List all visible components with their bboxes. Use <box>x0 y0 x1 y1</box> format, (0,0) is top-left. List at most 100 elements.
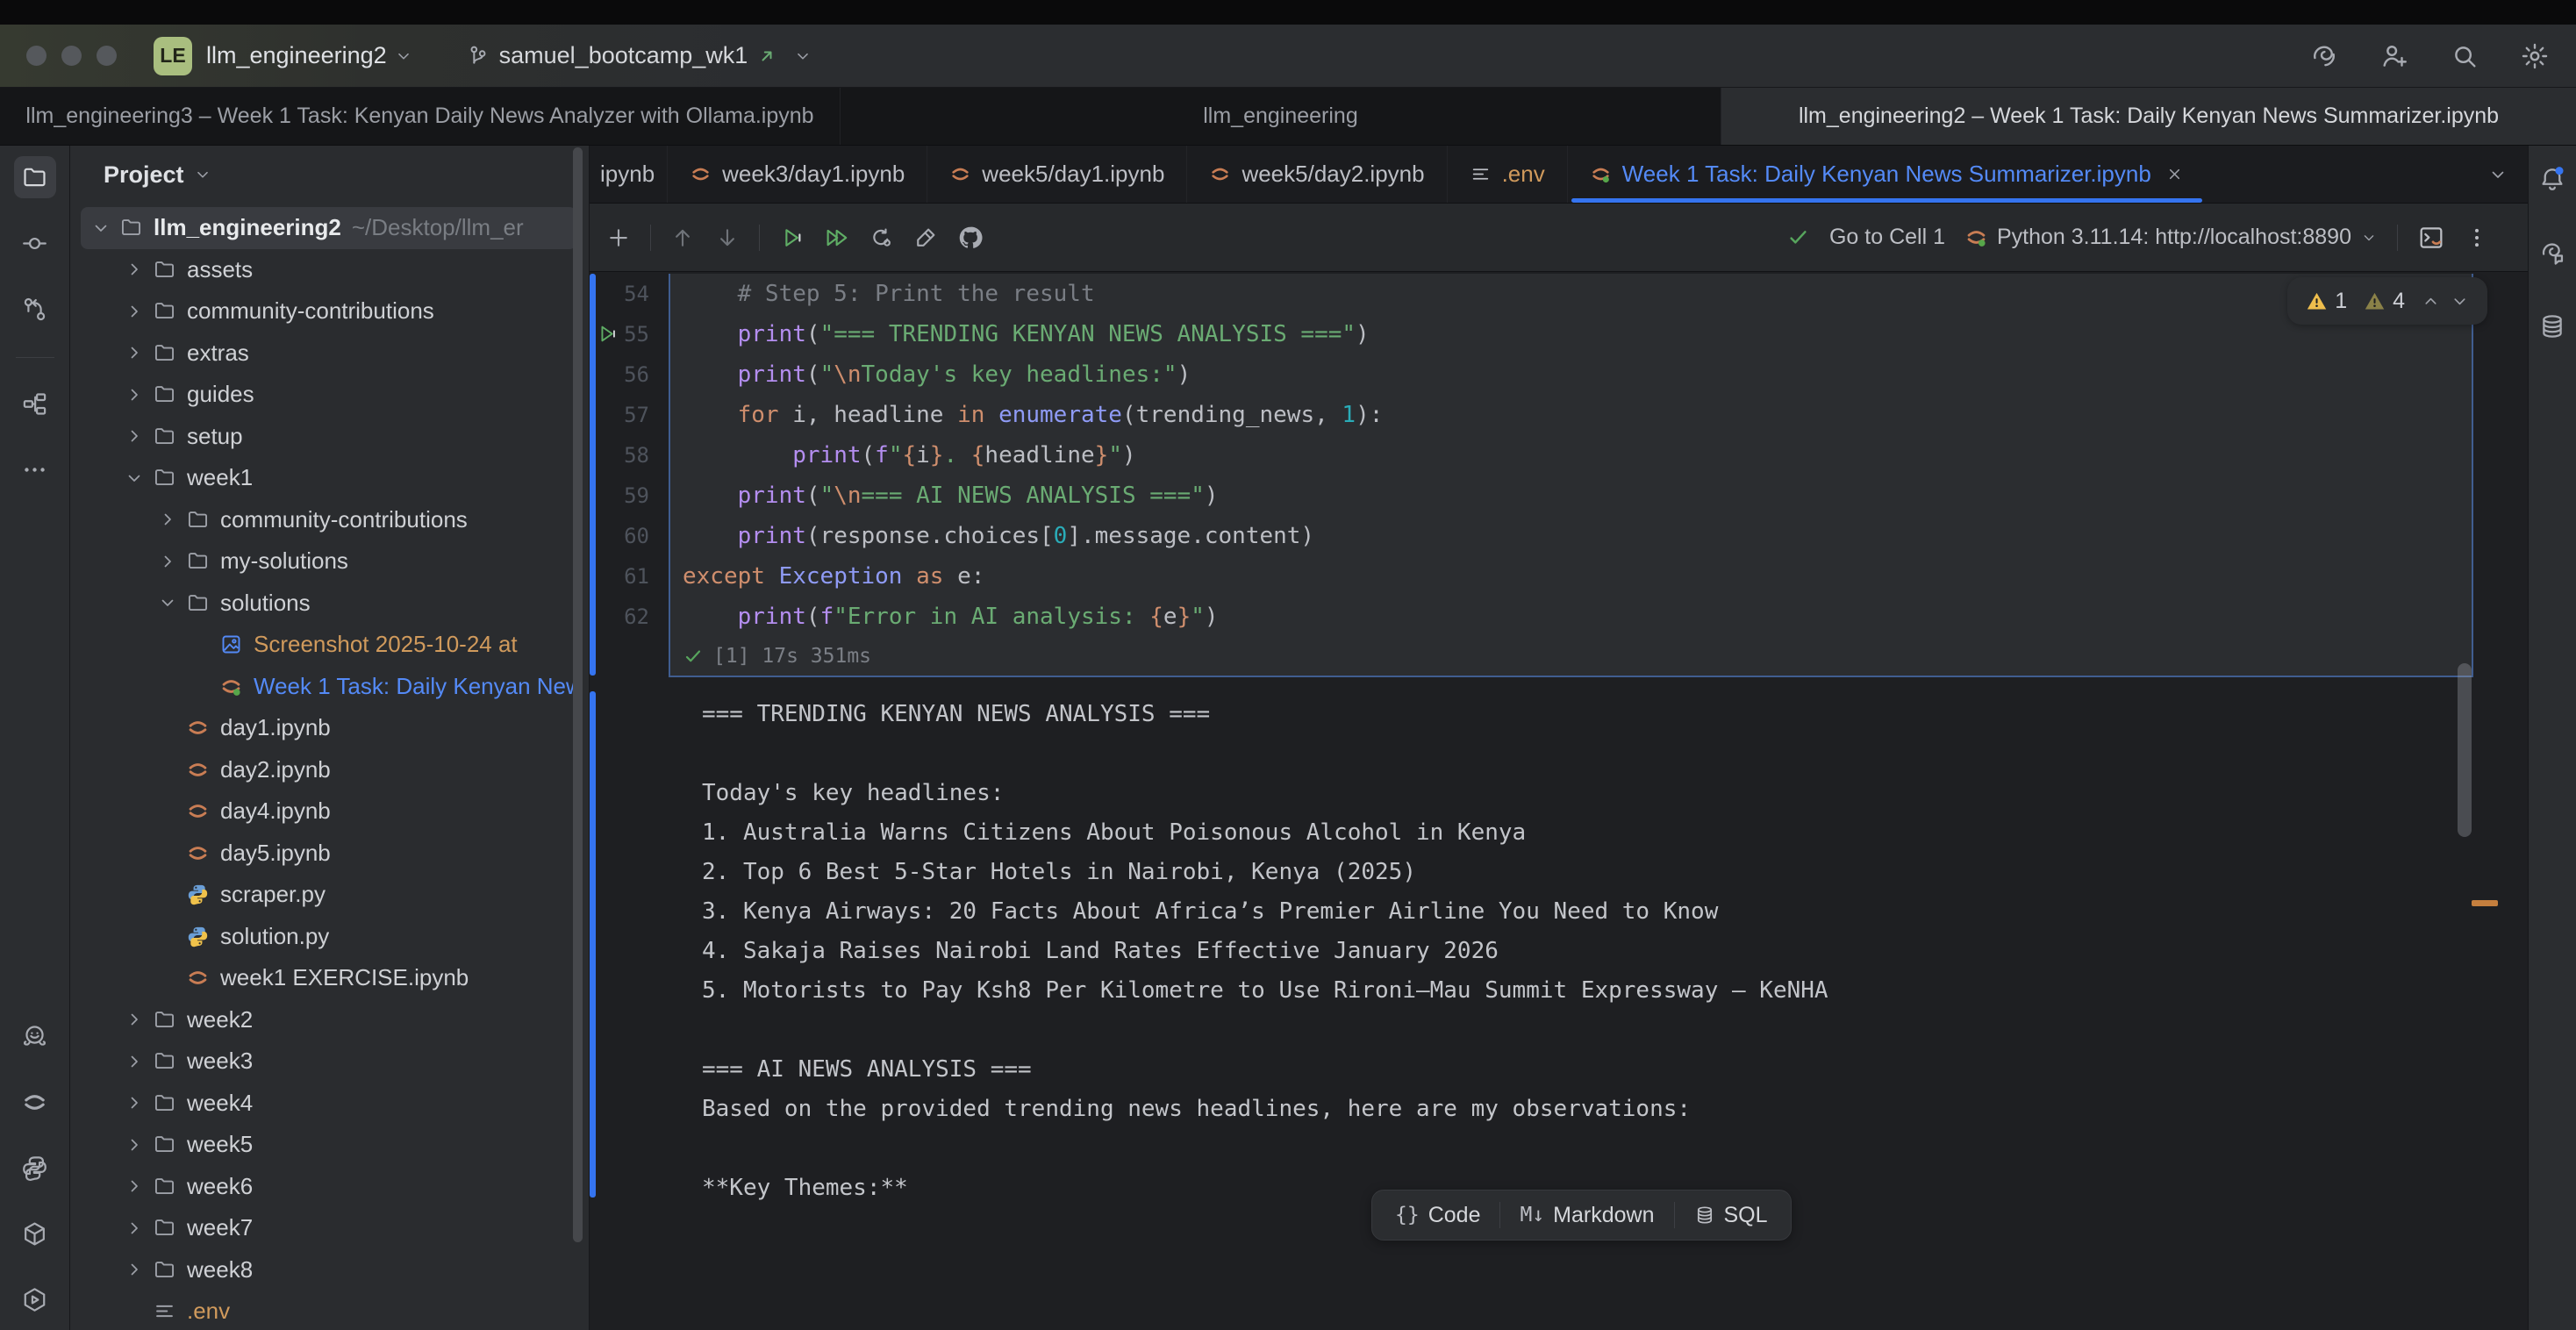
tool-window-button-database[interactable] <box>2531 305 2573 347</box>
run-cell-button[interactable] <box>778 225 805 251</box>
minimize-window-button[interactable] <box>61 46 82 66</box>
error-triangle-icon <box>2305 290 2329 313</box>
tool-window-button-python-packages[interactable] <box>14 1212 56 1255</box>
project-tree-scrollbar[interactable] <box>573 147 583 1242</box>
chevron-up-icon[interactable] <box>2421 291 2441 311</box>
tree-item[interactable]: day4.ipynb <box>81 790 576 833</box>
file-type-icon <box>690 163 712 185</box>
run-all-cells-button[interactable] <box>823 225 849 251</box>
tool-window-button-ai-assistant[interactable] <box>2531 232 2573 274</box>
tree-item[interactable]: Week 1 Task: Daily Kenyan News Summarize… <box>81 666 576 708</box>
tree-item[interactable]: .env <box>81 1291 576 1330</box>
close-icon[interactable] <box>2165 165 2184 183</box>
editor-tab[interactable]: Week 1 Task: Daily Kenyan News Summarize… <box>1568 146 2206 203</box>
tree-item[interactable]: community-contributions <box>81 290 576 332</box>
tree-item[interactable]: solution.py <box>81 916 576 958</box>
editor-tab[interactable]: week5/day1.ipynb <box>927 146 1187 203</box>
tree-item[interactable]: week5 <box>81 1124 576 1166</box>
zoom-window-button[interactable] <box>97 46 117 66</box>
window-tab[interactable]: llm_engineering3 – Week 1 Task: Kenyan D… <box>0 88 841 145</box>
line-number: 56 <box>590 354 669 395</box>
tree-item[interactable]: community-contributions <box>81 499 576 541</box>
hidden-tabs-dropdown[interactable] <box>2487 146 2528 203</box>
tool-window-button-commit[interactable] <box>14 222 56 264</box>
close-window-button[interactable] <box>26 46 47 66</box>
window-tab[interactable]: llm_engineering <box>841 88 1721 145</box>
move-cell-up-button[interactable] <box>669 225 696 251</box>
tree-item[interactable]: week1 EXERCISE.ipynb <box>81 957 576 999</box>
add-code-cell-button[interactable]: {}Code <box>1376 1191 1499 1240</box>
tool-window-button-notifications[interactable] <box>2531 158 2573 200</box>
jupyter-console-icon[interactable] <box>2417 224 2445 252</box>
tree-item-label: Week 1 Task: Daily Kenyan News Summarize… <box>254 673 576 700</box>
chevron-right-icon <box>124 384 145 405</box>
clear-outputs-button[interactable] <box>912 225 939 251</box>
editor-tab[interactable]: week5/day2.ipynb <box>1187 146 1447 203</box>
right-tool-window-strip <box>2528 146 2576 1330</box>
cell-output: === TRENDING KENYAN NEWS ANALYSIS === To… <box>702 695 2440 1208</box>
tool-window-button-pull-requests[interactable] <box>14 288 56 330</box>
tool-window-button-project[interactable] <box>14 156 56 198</box>
more-options-icon[interactable] <box>2465 225 2489 250</box>
python-packages-icon <box>21 1220 48 1248</box>
tool-window-button-structure[interactable] <box>14 383 56 425</box>
tree-item[interactable]: Screenshot 2025-10-24 at <box>81 624 576 666</box>
file-type-icon <box>1209 163 1231 185</box>
code-cell-frame[interactable]: # Step 5: Print the result print("=== TR… <box>669 274 2473 677</box>
notebook-editor-body: 545556575859606162 # Step 5: Print the r… <box>590 272 2528 1330</box>
kernel-selector[interactable]: Python 3.11.14: http://localhost:8890 <box>1964 225 2378 250</box>
tool-window-button-jupyter[interactable] <box>14 1081 56 1123</box>
macos-window-controls[interactable] <box>26 46 117 66</box>
tree-item[interactable]: week7 <box>81 1207 576 1249</box>
structure-icon <box>21 390 48 418</box>
line-number: 60 <box>590 516 669 556</box>
chevron-down-icon[interactable] <box>394 46 413 66</box>
tree-item[interactable]: week8 <box>81 1249 576 1291</box>
tool-window-button-python-console[interactable] <box>14 1147 56 1189</box>
chevron-down-icon[interactable] <box>2450 291 2470 311</box>
tool-window-button-services[interactable] <box>14 1278 56 1320</box>
add-cell-button[interactable] <box>605 225 632 251</box>
tree-item[interactable]: guides <box>81 374 576 416</box>
tool-window-button-more[interactable] <box>14 448 56 490</box>
editor-scrollbar-thumb[interactable] <box>2458 663 2472 837</box>
editor-tab[interactable]: ipynb <box>590 146 668 203</box>
add-markdown-cell-button[interactable]: M↓Markdown <box>1500 1191 1673 1240</box>
tree-item[interactable]: week6 <box>81 1166 576 1208</box>
tree-item[interactable]: week3 <box>81 1040 576 1083</box>
restart-kernel-button[interactable] <box>868 225 894 251</box>
tree-item[interactable]: my-solutions <box>81 540 576 583</box>
move-cell-down-button[interactable] <box>714 225 741 251</box>
tree-item[interactable]: day2.ipynb <box>81 749 576 791</box>
tool-window-button-hugging-face[interactable] <box>14 1015 56 1057</box>
tree-item[interactable]: day1.ipynb <box>81 707 576 749</box>
add-sql-cell-button[interactable]: SQL <box>1675 1191 1787 1240</box>
tree-item[interactable]: solutions <box>81 583 576 625</box>
project-widget[interactable]: llm_engineering2 <box>206 42 387 69</box>
tree-item[interactable]: week2 <box>81 999 576 1041</box>
go-to-cell-button[interactable]: Go to Cell 1 <box>1829 225 1945 250</box>
tree-item[interactable]: day5.ipynb <box>81 833 576 875</box>
inspections-widget[interactable]: 1 4 <box>2287 277 2487 325</box>
tree-item[interactable]: assets <box>81 249 576 291</box>
line-number: 61 <box>590 556 669 597</box>
window-tab[interactable]: llm_engineering2 – Week 1 Task: Daily Ke… <box>1721 88 2576 145</box>
editor-tab[interactable]: .env <box>1448 146 1568 203</box>
project-panel-header[interactable]: Project <box>70 146 589 204</box>
tree-item[interactable]: llm_engineering2~/Desktop/llm_er <box>81 207 576 249</box>
tree-item-label: community-contributions <box>220 506 468 533</box>
tree-item[interactable]: week4 <box>81 1083 576 1125</box>
hugging-face-icon <box>21 1023 48 1050</box>
tree-item[interactable]: extras <box>81 332 576 375</box>
vcs-widget[interactable]: samuel_bootcamp_wk1 <box>466 42 813 69</box>
editor-tab[interactable]: week3/day1.ipynb <box>668 146 927 203</box>
run-cell-gutter-icon[interactable] <box>595 322 619 346</box>
code-cell[interactable]: 545556575859606162 # Step 5: Print the r… <box>590 274 2528 677</box>
chevron-down-icon <box>157 592 178 613</box>
left-tool-window-strip <box>0 146 70 1330</box>
tree-item[interactable]: week1 <box>81 457 576 499</box>
tree-item[interactable]: scraper.py <box>81 874 576 916</box>
tree-item[interactable]: setup <box>81 416 576 458</box>
github-icon[interactable] <box>957 225 984 251</box>
project-avatar: LE <box>154 37 192 75</box>
